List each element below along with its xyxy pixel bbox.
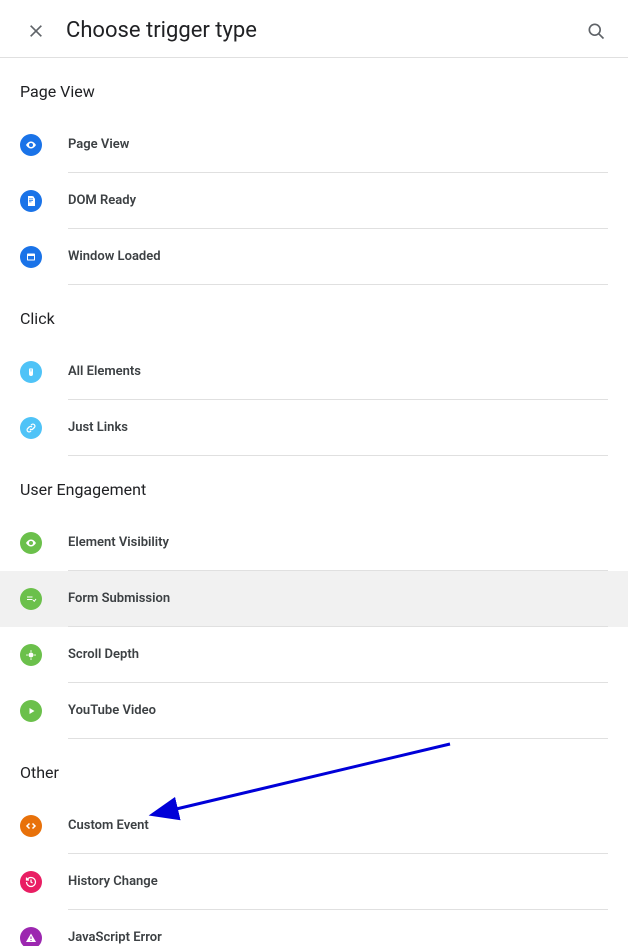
trigger-label: History Change: [68, 874, 158, 889]
trigger-custom-event[interactable]: Custom Event: [0, 798, 628, 854]
trigger-element-visibility[interactable]: Element Visibility: [0, 515, 628, 571]
error-icon: [20, 927, 42, 946]
trigger-label: Form Submission: [68, 591, 170, 606]
scroll-icon: [20, 644, 42, 666]
trigger-page-view[interactable]: Page View: [0, 117, 628, 173]
trigger-label: All Elements: [68, 364, 141, 379]
visibility-icon: [20, 532, 42, 554]
dialog-header: Choose trigger type: [0, 0, 628, 58]
trigger-dom-ready[interactable]: DOM Ready: [0, 173, 628, 229]
mouse-icon: [20, 361, 42, 383]
window-icon: [20, 246, 42, 268]
trigger-label: Scroll Depth: [68, 647, 139, 662]
link-icon: [20, 417, 42, 439]
search-icon: [586, 21, 606, 41]
trigger-youtube-video[interactable]: YouTube Video: [0, 683, 628, 739]
code-icon: [20, 815, 42, 837]
trigger-label: JavaScript Error: [68, 930, 162, 945]
trigger-all-elements[interactable]: All Elements: [0, 344, 628, 400]
section-title-click: Click: [0, 285, 628, 344]
section-title-user-engagement: User Engagement: [0, 456, 628, 515]
trigger-label: DOM Ready: [68, 193, 136, 208]
trigger-label: Page View: [68, 137, 129, 152]
close-button[interactable]: [24, 19, 48, 43]
document-icon: [20, 190, 42, 212]
trigger-form-submission[interactable]: Form Submission: [0, 571, 628, 627]
trigger-label: YouTube Video: [68, 703, 156, 718]
trigger-label: Just Links: [68, 420, 128, 435]
section-title-other: Other: [0, 739, 628, 798]
trigger-label: Element Visibility: [68, 535, 169, 550]
trigger-label: Custom Event: [68, 818, 149, 833]
search-button[interactable]: [584, 19, 608, 43]
trigger-window-loaded[interactable]: Window Loaded: [0, 229, 628, 285]
trigger-label: Window Loaded: [68, 249, 161, 264]
form-icon: [20, 588, 42, 610]
eye-icon: [20, 134, 42, 156]
dialog-title: Choose trigger type: [66, 18, 584, 43]
close-icon: [28, 23, 44, 39]
play-icon: [20, 700, 42, 722]
history-icon: [20, 871, 42, 893]
section-title-page-view: Page View: [0, 58, 628, 117]
trigger-javascript-error[interactable]: JavaScript Error: [0, 910, 628, 946]
trigger-history-change[interactable]: History Change: [0, 854, 628, 910]
trigger-type-list: Page View Page View DOM Ready Window Loa…: [0, 58, 628, 946]
trigger-just-links[interactable]: Just Links: [0, 400, 628, 456]
trigger-scroll-depth[interactable]: Scroll Depth: [0, 627, 628, 683]
